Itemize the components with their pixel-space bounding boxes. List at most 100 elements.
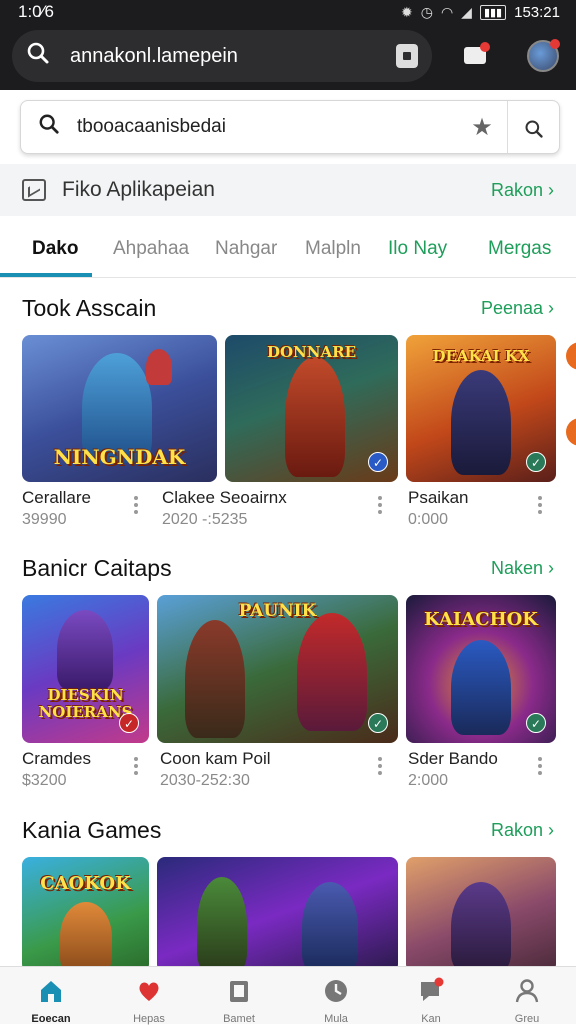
nav-label: Hepas <box>133 1013 165 1025</box>
verified-badge-icon: ✓ <box>526 452 546 472</box>
game-thumbnail[interactable] <box>406 857 556 972</box>
game-thumbnail[interactable]: NINGNDAK <box>22 335 217 482</box>
cart-icon[interactable] <box>462 42 490 68</box>
section-title: Took Asscain <box>22 295 157 321</box>
nav-history[interactable]: Mula <box>311 977 361 1025</box>
category-tabs: Dako Ahpahaa Nahgar Malpln Ilo Nay Merga… <box>0 228 576 278</box>
game-name[interactable]: Sder Bando <box>408 749 498 769</box>
nav-label: Bamet <box>223 1013 255 1025</box>
game-thumbnail[interactable]: KAIACHOK ✓ <box>406 595 556 743</box>
game-name[interactable]: Coon kam Poil <box>160 749 271 769</box>
alarm-icon: ◷ <box>420 3 433 20</box>
tab-category-1[interactable]: Dako <box>32 238 78 260</box>
section-title: Kania Games <box>22 817 162 843</box>
search-input[interactable]: tbooacaanisbedai <box>77 116 457 138</box>
game-art-title: CAOKOK <box>40 873 131 894</box>
game-meta: 2020 -:5235 <box>162 511 248 528</box>
clock-icon <box>322 977 350 1005</box>
settings-status-icon: ✹ <box>400 3 413 20</box>
person-icon <box>513 977 541 1005</box>
apps-strip-more-link[interactable]: Rakon › <box>491 180 554 201</box>
search-icon <box>21 113 77 141</box>
status-time-right: 153:21 <box>514 3 560 21</box>
address-bar[interactable]: annakonl.lamepein <box>12 30 432 82</box>
tabs-icon[interactable] <box>396 44 418 68</box>
apps-strip-title: Fiko Aplikapeian <box>62 178 215 201</box>
game-meta: $3200 <box>22 772 67 789</box>
more-options-icon[interactable] <box>378 757 382 778</box>
tab-category-2[interactable]: Ahpahaa <box>113 238 189 260</box>
section-more-link[interactable]: Naken › <box>491 558 554 579</box>
browser-toolbar: annakonl.lamepein <box>0 24 576 90</box>
content-sheet: tbooacaanisbedai ★ Fiko Aplikapeian Rako… <box>0 90 576 1025</box>
side-indicator <box>566 342 576 370</box>
wifi-icon: ◠ <box>440 3 454 20</box>
battery-icon: ▮▮▮ <box>479 4 507 20</box>
tab-category-6[interactable]: Mergas <box>488 238 551 260</box>
game-name[interactable]: Cerallare <box>22 488 91 508</box>
section-title: Banicr Caitaps <box>22 555 172 581</box>
game-art-title: KAIACHOK <box>424 609 538 630</box>
more-options-icon[interactable] <box>538 496 542 517</box>
nav-library[interactable]: Bamet <box>214 977 264 1025</box>
signal-icon: ◢ <box>461 3 472 20</box>
search-button[interactable] <box>507 101 559 153</box>
status-bar: 1:0⁄6 ✹ ◷ ◠ ◢ ▮▮▮ 153:21 <box>0 0 576 24</box>
notification-dot <box>550 39 560 49</box>
game-meta: 2030-252:30 <box>160 772 250 789</box>
search-icon <box>26 41 56 71</box>
game-art-title: DONNARE <box>266 343 357 361</box>
game-thumbnail[interactable] <box>157 857 398 972</box>
star-icon[interactable]: ★ <box>457 113 507 142</box>
nav-profile[interactable]: Greu <box>502 977 552 1025</box>
apps-strip[interactable]: Fiko Aplikapeian Rakon › <box>0 164 576 216</box>
game-meta: 39990 <box>22 511 67 528</box>
nav-label: Mula <box>324 1013 348 1025</box>
game-thumbnail[interactable]: DEAKAI KX ✓ <box>406 335 556 482</box>
game-thumbnail[interactable]: DONNARE ✓ <box>225 335 398 482</box>
active-tab-indicator <box>0 273 92 277</box>
apps-icon <box>22 179 46 201</box>
nav-messages[interactable]: Kan <box>406 977 456 1025</box>
status-time-left: 1:0⁄6 <box>18 2 54 21</box>
game-art-title: NINGNDAK <box>53 445 186 469</box>
nav-label: Greu <box>514 1013 540 1025</box>
nav-favorites[interactable]: Hepas <box>124 977 174 1025</box>
verified-badge-icon: ✓ <box>526 713 546 733</box>
tab-category-5[interactable]: Ilo Nay <box>388 238 447 260</box>
more-options-icon[interactable] <box>538 757 542 778</box>
game-art-title: PAUNIK <box>238 601 317 621</box>
chat-icon <box>417 977 445 1005</box>
game-meta: 0:000 <box>408 511 449 528</box>
section-more-link[interactable]: Rakon › <box>491 820 554 841</box>
section-more-link[interactable]: Peenaa › <box>481 298 554 319</box>
game-name[interactable]: Cramdes <box>22 749 91 769</box>
home-icon <box>37 977 65 1005</box>
game-thumbnail[interactable]: CAOKOK <box>22 857 149 972</box>
game-art-title: DEAKAI KX <box>432 347 530 365</box>
more-options-icon[interactable] <box>134 757 138 778</box>
tab-category-4[interactable]: Malpln <box>305 238 361 260</box>
heart-icon <box>135 977 163 1005</box>
more-options-icon[interactable] <box>378 496 382 517</box>
game-meta: 2:000 <box>408 772 449 789</box>
game-name[interactable]: Clakee Seoairnx <box>162 488 287 508</box>
verified-badge-icon: ✓ <box>368 713 388 733</box>
nav-home[interactable]: Eoecan <box>26 977 76 1025</box>
book-icon <box>225 977 253 1005</box>
side-indicator <box>566 418 576 446</box>
tab-category-3[interactable]: Nahgar <box>215 238 277 260</box>
game-thumbnail[interactable]: PAUNIK ✓ <box>157 595 398 743</box>
game-name[interactable]: Psaikan <box>408 488 468 508</box>
nav-label: Kan <box>421 1013 441 1025</box>
address-text[interactable]: annakonl.lamepein <box>70 45 396 68</box>
verified-badge-icon: ✓ <box>119 713 139 733</box>
game-thumbnail[interactable]: DIESKIN NOIERANS ✓ <box>22 595 149 743</box>
verified-badge-icon: ✓ <box>368 452 388 472</box>
search-box[interactable]: tbooacaanisbedai ★ <box>20 100 560 154</box>
bottom-navigation: Eoecan Hepas Bamet Mula Kan Greu <box>0 966 576 1025</box>
more-options-icon[interactable] <box>134 496 138 517</box>
status-icons: ✹ ◷ ◠ ◢ ▮▮▮ 153:21 <box>401 4 560 21</box>
nav-label: Eoecan <box>31 1013 71 1025</box>
avatar[interactable] <box>527 39 560 72</box>
